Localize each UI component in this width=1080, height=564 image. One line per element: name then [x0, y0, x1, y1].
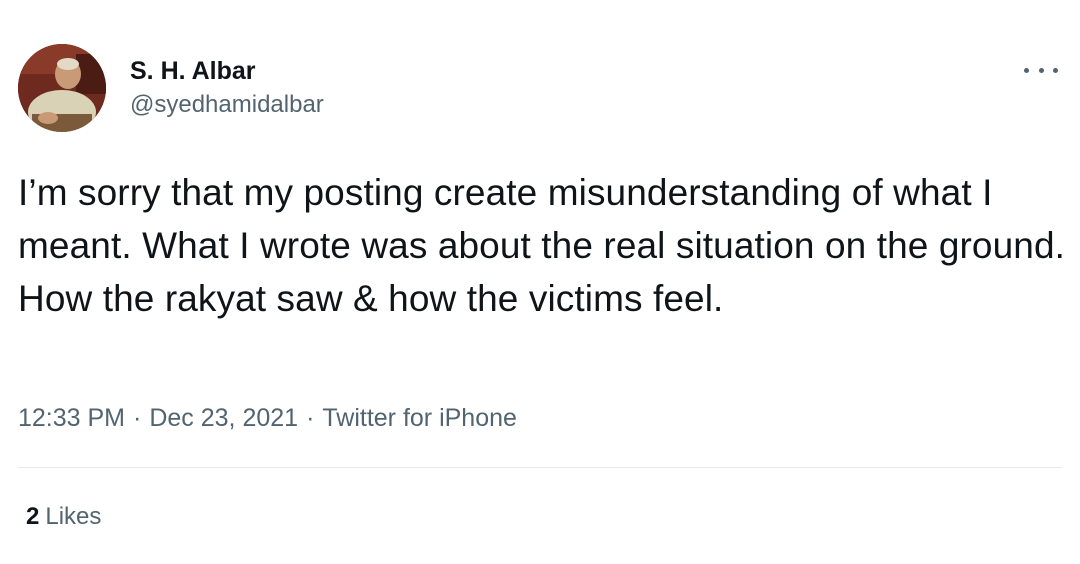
- divider: [18, 467, 1062, 468]
- tweet-header: S. H. Albar @syedhamidalbar: [18, 44, 324, 134]
- tweet-source[interactable]: Twitter for iPhone: [322, 404, 517, 432]
- more-dots-icon: [1038, 67, 1044, 73]
- meta-separator: ·: [133, 404, 142, 432]
- tweet-date[interactable]: Dec 23, 2021: [149, 404, 298, 432]
- more-options-button[interactable]: [1024, 58, 1058, 82]
- tweet-meta: 12:33 PM · Dec 23, 2021 · Twitter for iPhone: [18, 402, 517, 434]
- more-dots-icon: [1053, 67, 1058, 73]
- author-info: S. H. Albar @syedhamidalbar: [130, 56, 324, 120]
- avatar[interactable]: [18, 44, 106, 132]
- tweet-card: S. H. Albar @syedhamidalbar I’m sorry th…: [0, 0, 1080, 564]
- likes-stat[interactable]: 2 Likes: [26, 502, 101, 532]
- author-handle[interactable]: @syedhamidalbar: [130, 90, 324, 120]
- meta-separator: ·: [306, 404, 315, 432]
- avatar-photo-icon: [18, 44, 106, 132]
- likes-label: Likes: [45, 503, 102, 530]
- more-dots-icon: [1024, 67, 1029, 73]
- likes-count: 2: [26, 503, 40, 530]
- tweet-time[interactable]: 12:33 PM: [18, 404, 125, 432]
- author-display-name[interactable]: S. H. Albar: [130, 56, 324, 86]
- tweet-text: I’m sorry that my posting create misunde…: [18, 172, 1066, 319]
